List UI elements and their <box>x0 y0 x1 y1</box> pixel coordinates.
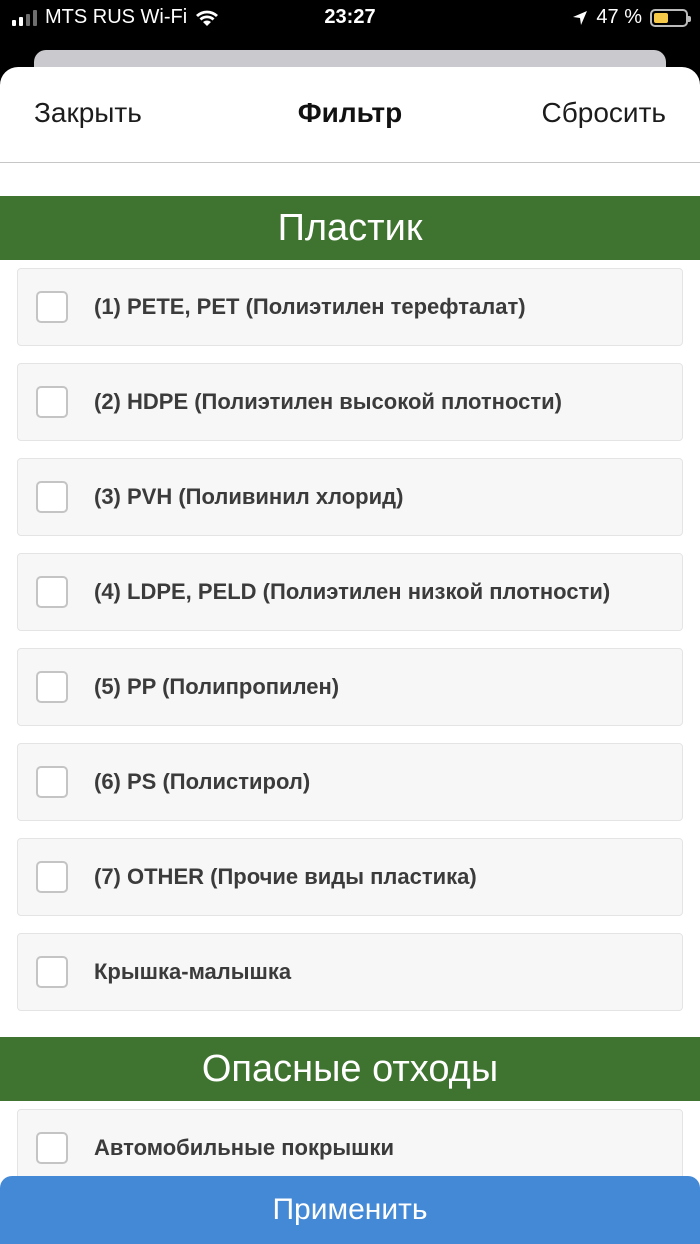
checkbox[interactable] <box>36 576 68 608</box>
item-label: Автомобильные покрышки <box>94 1135 395 1160</box>
checkbox[interactable] <box>36 671 68 703</box>
list-item[interactable]: (4) LDPE, PELD (Полиэтилен низкой плотно… <box>17 553 683 631</box>
item-label: (5) PP (Полипропилен) <box>94 674 340 699</box>
item-label: (4) LDPE, PELD (Полиэтилен низкой плотно… <box>94 579 611 604</box>
section-header-plastic: Пластик <box>0 196 700 260</box>
item-label: (6) PS (Полистирол) <box>94 769 311 794</box>
item-label: (3) PVH (Поливинил хлорид) <box>94 484 404 509</box>
list-item[interactable]: (7) OTHER (Прочие виды пластика) <box>17 838 683 916</box>
checkbox[interactable] <box>36 291 68 323</box>
hazardous-list: Автомобильные покрышки <box>0 1101 700 1187</box>
list-item[interactable]: (1) PETE, PET (Полиэтилен терефталат) <box>17 268 683 346</box>
plastic-list: (1) PETE, PET (Полиэтилен терефталат) (2… <box>0 260 700 1011</box>
location-arrow-icon <box>573 10 588 25</box>
checkbox[interactable] <box>36 956 68 988</box>
item-label: (7) OTHER (Прочие виды пластика) <box>94 864 477 889</box>
checkbox[interactable] <box>36 1132 68 1164</box>
item-label: Крышка-малышка <box>94 959 292 984</box>
reset-button[interactable]: Сбросить <box>542 97 666 129</box>
battery-icon <box>650 8 691 27</box>
battery-percent: 47 % <box>596 6 642 28</box>
checkbox[interactable] <box>36 861 68 893</box>
filter-modal: Закрыть Фильтр Сбросить Пластик (1) PETE… <box>0 67 700 1244</box>
item-label: (2) HDPE (Полиэтилен высокой плотности) <box>94 389 562 414</box>
apply-button[interactable]: Применить <box>0 1176 700 1244</box>
list-item[interactable]: Крышка-малышка <box>17 933 683 1011</box>
status-bar: MTS RUS Wi-Fi 23:27 47 % <box>0 0 700 36</box>
list-item[interactable]: (2) HDPE (Полиэтилен высокой плотности) <box>17 363 683 441</box>
item-label: (1) PETE, PET (Полиэтилен терефталат) <box>94 294 526 319</box>
checkbox[interactable] <box>36 386 68 418</box>
section-header-hazardous: Опасные отходы <box>0 1037 700 1101</box>
filter-content[interactable]: Пластик (1) PETE, PET (Полиэтилен терефт… <box>0 164 700 1204</box>
checkbox[interactable] <box>36 481 68 513</box>
checkbox[interactable] <box>36 766 68 798</box>
modal-header: Закрыть Фильтр Сбросить <box>0 67 700 163</box>
list-item[interactable]: (3) PVH (Поливинил хлорид) <box>17 458 683 536</box>
list-item[interactable]: (5) PP (Полипропилен) <box>17 648 683 726</box>
list-item[interactable]: (6) PS (Полистирол) <box>17 743 683 821</box>
close-button[interactable]: Закрыть <box>34 97 142 129</box>
